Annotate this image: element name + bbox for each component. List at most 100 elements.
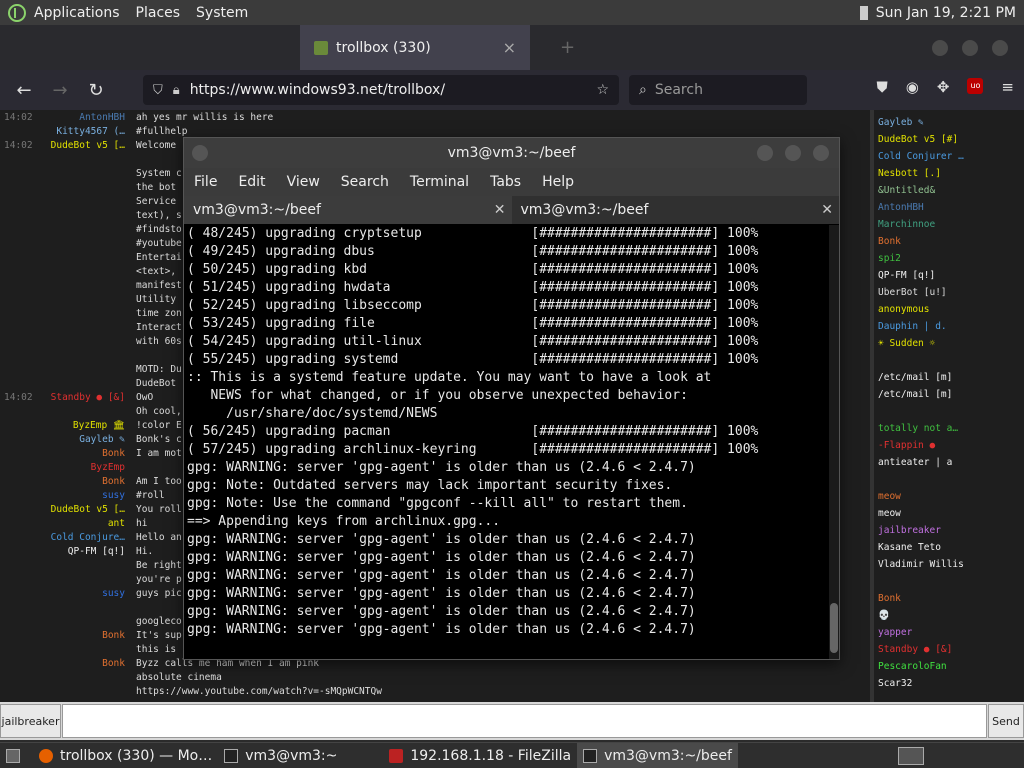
menu-help[interactable]: Help [542,174,574,190]
clock[interactable]: Sun Jan 19, 2:21 PM [876,5,1016,21]
nickname-button[interactable]: jailbreaker [0,704,61,738]
chat-nick[interactable]: Bonk [102,475,125,489]
terminal-tab-2[interactable]: vm3@vm3:~/beef ✕ [512,196,840,224]
chat-nick[interactable]: Bonk [102,629,125,643]
extensions-icon[interactable]: ✥ [937,78,950,96]
chat-nick[interactable]: Standby ● [&] [51,391,125,405]
user-list-item[interactable]: Bonk [874,590,1024,607]
search-input[interactable]: ⌕ Search [629,75,807,105]
user-list-item[interactable]: /etc/mail [m] [874,386,1024,403]
user-list-item[interactable] [874,471,1024,488]
chat-nick[interactable]: susy [102,587,125,601]
account-icon[interactable]: ◉ [906,78,919,96]
user-list-item[interactable]: meow [874,505,1024,522]
url-bar[interactable]: ⛉ 🔒︎ https://www.windows93.net/trollbox/… [143,75,619,105]
chat-nick[interactable]: ByzEmp [91,461,125,475]
menu-search[interactable]: Search [341,174,389,190]
lock-icon[interactable]: 🔒︎ [173,83,180,98]
chat-nick[interactable]: QP-FM [q!] [68,545,125,559]
menu-edit[interactable]: Edit [238,174,265,190]
menu-system[interactable]: System [188,5,256,21]
user-list-item[interactable]: jailbreaker [874,522,1024,539]
message-input[interactable] [62,704,987,738]
chat-nick[interactable]: ByzEmp 🏛 [73,419,125,433]
minimize-button[interactable] [757,145,773,161]
user-list-item[interactable]: Gayleb ✎ [874,114,1024,131]
user-list-item[interactable]: Cold Conjurer … [874,148,1024,165]
user-list-item[interactable] [874,573,1024,590]
ublock-icon[interactable]: uo [967,78,984,94]
user-list-item[interactable]: Marchinnoe [874,216,1024,233]
bookmark-star-icon[interactable]: ☆ [596,82,609,98]
taskbar-item-firefox[interactable]: trollbox (330) — Mo… [33,743,218,768]
terminal-scrollbar[interactable] [829,225,839,659]
user-list-item[interactable] [874,352,1024,369]
user-list-item[interactable]: totally not a… [874,420,1024,437]
user-list-item[interactable]: Nesbott [.] [874,165,1024,182]
user-list-item[interactable]: DudeBot v5 [#] [874,131,1024,148]
shield-icon[interactable]: ⛉ [153,83,163,98]
user-list-item[interactable]: meow [874,488,1024,505]
maximize-button[interactable] [962,39,978,56]
user-list-item[interactable]: spi2 [874,250,1024,267]
window-menu-icon[interactable] [192,145,208,161]
chat-nick[interactable]: susy [102,489,125,503]
new-tab-icon[interactable]: + [560,37,575,58]
user-list-item[interactable]: Standby ● [&] [874,641,1024,658]
terminal-tab-1[interactable]: vm3@vm3:~/beef ✕ [184,196,512,224]
minimize-button[interactable] [932,39,948,56]
keyboard-indicator-icon[interactable] [859,5,868,20]
menu-applications[interactable]: Applications [26,5,128,21]
chat-nick[interactable]: Gayleb ✎ [79,433,125,447]
chat-nick[interactable]: Bonk [102,657,125,671]
close-window-button[interactable] [992,39,1008,56]
chat-nick[interactable]: Bonk [102,447,125,461]
distro-logo-icon[interactable] [8,3,26,22]
user-list-item[interactable]: 💀 [874,607,1024,624]
user-list-item[interactable]: Vladimir Willis [874,556,1024,573]
scrollbar-thumb[interactable] [830,603,838,653]
pocket-icon[interactable]: ⛊ [876,78,887,96]
user-list-item[interactable]: AntonHBH [874,199,1024,216]
workspace-switcher[interactable] [898,746,1024,765]
user-list-item[interactable]: QP-FM [q!] [874,267,1024,284]
chat-nick[interactable]: ant [108,517,125,531]
user-list-item[interactable]: /etc/mail [m] [874,369,1024,386]
terminal-window[interactable]: vm3@vm3:~/beef File Edit View Search Ter… [183,137,840,660]
chat-nick[interactable]: Kitty4567 (… [56,125,125,139]
chat-nick[interactable]: Cold Conjure… [51,531,125,545]
user-list-item[interactable]: Scar32 [874,675,1024,692]
menu-tabs[interactable]: Tabs [490,174,521,190]
user-list-item[interactable]: anonymous [874,301,1024,318]
user-list-item[interactable]: &Untitled& [874,182,1024,199]
back-arrow-icon[interactable]: ← [6,80,42,101]
user-list-item[interactable] [874,403,1024,420]
reload-icon[interactable]: ↻ [78,80,114,101]
taskbar-item-filezilla[interactable]: 192.168.1.18 - FileZilla [383,743,577,768]
user-list[interactable]: Gayleb ✎ DudeBot v5 [#] Cold Conjurer … Nes… [874,114,1024,702]
browser-tab-background[interactable] [45,25,300,70]
user-list-item[interactable]: -Flappin ● [874,437,1024,454]
maximize-button[interactable] [785,145,801,161]
user-list-item[interactable]: Dauphin | d. [874,318,1024,335]
browser-tab-trollbox[interactable]: trollbox (330) × [300,25,530,70]
show-desktop-button[interactable] [0,743,33,768]
user-list-item[interactable]: UberBot [u!] [874,284,1024,301]
close-icon[interactable]: ✕ [821,196,833,224]
user-list-item[interactable]: yapper [874,624,1024,641]
menu-places[interactable]: Places [128,5,189,21]
send-button[interactable]: Send [988,704,1024,738]
url-text[interactable]: https://www.windows93.net/trollbox/ [190,82,445,98]
close-window-button[interactable] [813,145,829,161]
chat-nick[interactable]: DudeBot v5 [… [51,139,125,153]
user-list-item[interactable]: ☀ Sudden ☼ [874,335,1024,352]
hamburger-menu-icon[interactable]: ≡ [1001,78,1014,96]
taskbar-item-terminal[interactable]: vm3@vm3:~ [218,743,343,768]
terminal-titlebar[interactable]: vm3@vm3:~/beef [184,138,839,168]
close-icon[interactable]: × [503,38,516,57]
taskbar-item-terminal-beef[interactable]: vm3@vm3:~/beef [577,742,738,768]
user-list-item[interactable]: PescaroloFan [874,658,1024,675]
workspace-icon[interactable] [898,746,924,765]
chat-nick[interactable]: DudeBot v5 [… [51,503,125,517]
close-icon[interactable]: ✕ [494,196,506,224]
